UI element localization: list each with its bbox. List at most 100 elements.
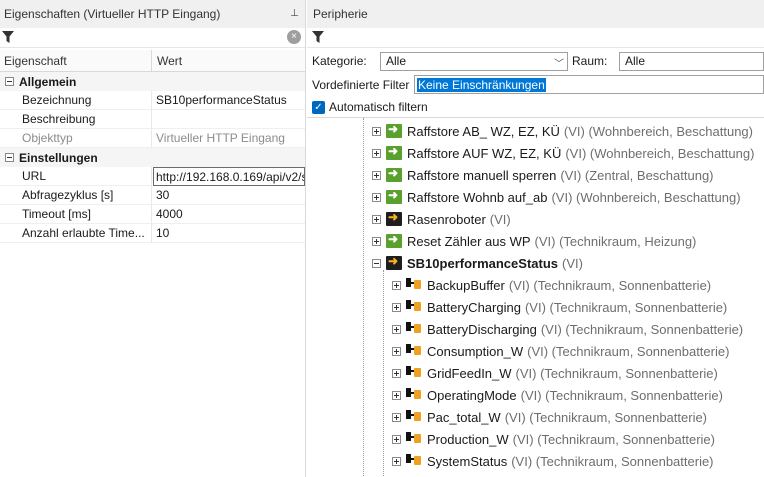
expand-icon[interactable] <box>392 302 401 312</box>
column-header-eigenschaft[interactable]: Eigenschaft <box>0 50 152 71</box>
node-meta: (VI) (Technikraum, Sonnenbatterie) <box>520 387 723 403</box>
auto-filter-row[interactable]: ✓ Automatisch filtern <box>307 97 764 117</box>
peripherie-panel-title: Peripherie <box>307 0 764 28</box>
expand-icon[interactable] <box>372 170 381 180</box>
properties-panel-title: Eigenschaften (Virtueller HTTP Eingang) <box>4 7 221 21</box>
properties-filter-row[interactable]: × <box>0 28 305 48</box>
kategorie-dropdown[interactable]: Alle ﹀ <box>380 51 568 71</box>
raum-dropdown[interactable]: Alle <box>619 51 764 71</box>
tree-child-node[interactable]: BatteryCharging (VI) (Technikraum, Sonne… <box>392 296 727 318</box>
tree-node[interactable]: Raffstore manuell sperren (VI) (Zentral,… <box>372 164 714 186</box>
tree-node[interactable]: Raffstore AB_ WZ, EZ, KÜ (VI) (Wohnberei… <box>372 120 753 142</box>
tree-child-node[interactable]: Pac_total_W (VI) (Technikraum, Sonnenbat… <box>392 406 707 428</box>
expand-icon[interactable] <box>372 126 381 136</box>
node-name: Raffstore AB_ WZ, EZ, KÜ <box>407 123 560 139</box>
property-row-abfragezyklus[interactable]: Abfragezyklus [s] 30 <box>0 186 305 205</box>
tree-child-node[interactable]: OperatingMode (VI) (Technikraum, Sonnenb… <box>392 384 723 406</box>
tree-child-node[interactable]: BackupBuffer (VI) (Technikraum, Sonnenba… <box>392 274 711 296</box>
category-allgemein[interactable]: Allgemein <box>0 72 305 91</box>
tree-connector-line <box>383 270 384 477</box>
expand-icon[interactable] <box>392 368 401 378</box>
input-icon <box>386 166 402 182</box>
property-row-beschreibung[interactable]: Beschreibung <box>0 110 305 129</box>
virtual-input-icon <box>386 254 402 270</box>
tree-child-node[interactable]: GridFeedIn_W (VI) (Technikraum, Sonnenba… <box>392 362 718 384</box>
expand-icon[interactable] <box>372 148 381 158</box>
tree-node[interactable]: Raffstore AUF WZ, EZ, KÜ (VI) (Wohnberei… <box>372 142 754 164</box>
sensor-icon <box>406 343 422 359</box>
collapse-icon[interactable] <box>5 77 14 86</box>
property-name: Bezeichnung <box>0 91 152 110</box>
property-value[interactable]: 30 <box>152 186 305 205</box>
sensor-icon <box>406 321 422 337</box>
expand-icon[interactable] <box>392 346 401 356</box>
sensor-icon <box>406 431 422 447</box>
input-icon <box>386 144 402 160</box>
node-meta: (VI) (Technikraum, Sonnenbatterie) <box>540 321 744 337</box>
node-meta: (VI) (Technikraum, Heizung) <box>534 233 697 249</box>
category-einstellungen[interactable]: Einstellungen <box>0 148 305 167</box>
tree-child-node[interactable]: Production_W (VI) (Technikraum, Sonnenba… <box>392 428 715 450</box>
raum-label: Raum: <box>572 54 608 68</box>
node-name: Production_W <box>427 431 509 447</box>
node-name: Rasenroboter <box>407 211 486 227</box>
sensor-icon <box>406 453 422 469</box>
tree-node[interactable]: Rasenroboter (VI) <box>372 208 511 230</box>
property-name: Timeout [ms] <box>0 205 152 224</box>
expand-icon[interactable] <box>372 236 381 246</box>
node-name: BatteryDischarging <box>427 321 537 337</box>
auto-filter-checkbox[interactable]: ✓ <box>312 100 325 114</box>
expand-icon[interactable] <box>392 324 401 334</box>
category-label: Allgemein <box>19 74 77 89</box>
url-field[interactable]: http://192.168.0.169/api/v2/status <box>153 167 305 186</box>
vordefinierte-filter-input[interactable]: Keine Einschränkungen <box>414 75 764 94</box>
peripherie-filter-row[interactable] <box>307 28 764 48</box>
node-name: BackupBuffer <box>427 277 505 293</box>
sensor-icon <box>406 365 422 381</box>
auto-filter-label: Automatisch filtern <box>329 100 428 114</box>
expand-icon[interactable] <box>392 456 401 466</box>
tree-child-node[interactable]: Consumption_W (VI) (Technikraum, Sonnenb… <box>392 340 729 362</box>
tree-child-node[interactable]: SystemStatus (VI) (Technikraum, Sonnenba… <box>392 450 714 472</box>
input-icon <box>386 188 402 204</box>
property-value[interactable]: SB10performanceStatus <box>152 91 305 110</box>
property-row-objekttyp[interactable]: Objekttyp Virtueller HTTP Eingang <box>0 129 305 148</box>
kategorie-label: Kategorie: <box>312 54 367 68</box>
node-name: Raffstore manuell sperren <box>407 167 557 183</box>
tree-node[interactable]: Raffstore Wohnb auf_ab (VI) (Wohnbereich… <box>372 186 741 208</box>
expand-icon[interactable] <box>372 192 381 202</box>
node-meta: (VI) (Technikraum, Sonnenbatterie) <box>524 299 728 315</box>
tree-connector-line <box>363 118 364 477</box>
property-row-anzahl-timeouts[interactable]: Anzahl erlaubte Time... 10 <box>0 224 305 243</box>
collapse-icon[interactable] <box>5 153 14 162</box>
property-value[interactable]: 10 <box>152 224 305 243</box>
vordefinierte-filter-value: Keine Einschränkungen <box>417 77 546 92</box>
vordefinierte-filter-row: Vordefinierte Filter Keine Einschränkung… <box>307 73 764 97</box>
property-row-timeout[interactable]: Timeout [ms] 4000 <box>0 205 305 224</box>
tree-child-node[interactable]: BatteryDischarging (VI) (Technikraum, So… <box>392 318 743 340</box>
node-name: SB10performanceStatus <box>407 255 558 271</box>
peripherie-tree: Raffstore AB_ WZ, EZ, KÜ (VI) (Wohnberei… <box>307 117 764 477</box>
node-name: SystemStatus <box>427 453 508 469</box>
pin-icon[interactable]: ⊥ <box>290 8 299 19</box>
expand-icon[interactable] <box>392 434 401 444</box>
expand-icon[interactable] <box>392 390 401 400</box>
property-row-url[interactable]: URL http://192.168.0.169/api/v2/status <box>0 167 305 186</box>
expand-icon[interactable] <box>372 214 381 224</box>
property-row-bezeichnung[interactable]: Bezeichnung SB10performanceStatus <box>0 91 305 110</box>
property-grid-header: Eigenschaft Wert <box>0 50 305 72</box>
node-meta: (VI) (Technikraum, Sonnenbatterie) <box>511 453 714 469</box>
clear-filter-icon[interactable]: × <box>287 30 301 44</box>
sensor-icon <box>406 299 422 315</box>
expand-icon[interactable] <box>392 412 401 422</box>
property-value[interactable] <box>152 110 305 129</box>
expand-icon[interactable] <box>392 280 401 290</box>
node-meta: (VI) (Technikraum, Sonnenbatterie) <box>504 409 708 425</box>
property-value[interactable]: 4000 <box>152 205 305 224</box>
node-meta: (VI) <box>489 211 511 227</box>
collapse-icon[interactable] <box>372 258 381 268</box>
tree-node[interactable]: Reset Zähler aus WP (VI) (Technikraum, H… <box>372 230 696 252</box>
node-meta: (VI) (Wohnbereich, Beschattung) <box>565 145 755 161</box>
column-header-wert[interactable]: Wert <box>152 50 182 71</box>
tree-node-selected[interactable]: SB10performanceStatus (VI) <box>372 252 583 274</box>
